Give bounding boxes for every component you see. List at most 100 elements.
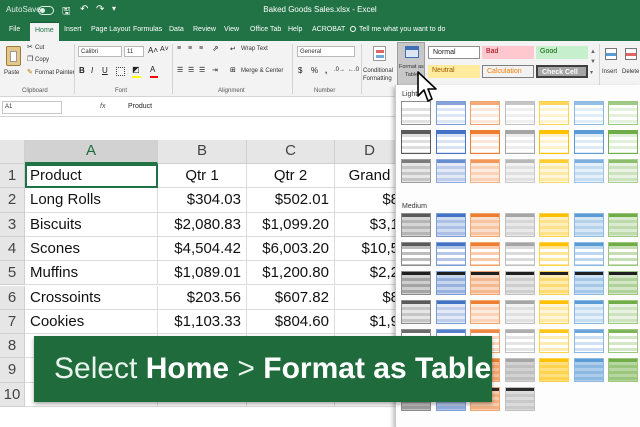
copy-button[interactable]: Copy bbox=[35, 57, 49, 63]
table-style-option[interactable] bbox=[504, 242, 535, 266]
table-style-option[interactable] bbox=[504, 358, 535, 382]
underline-button[interactable]: U bbox=[102, 66, 108, 75]
table-style-option[interactable] bbox=[608, 213, 638, 237]
percent-button[interactable]: % bbox=[311, 66, 318, 75]
grid-cell[interactable]: Cookies bbox=[25, 309, 158, 335]
grid-cell[interactable]: Qtr 1 bbox=[158, 164, 247, 189]
table-style-option[interactable] bbox=[504, 300, 535, 324]
row-header[interactable]: 8 bbox=[0, 334, 25, 359]
tab-acrobat[interactable]: ACROBAT bbox=[312, 26, 345, 33]
merge-center-button[interactable]: Merge & Center bbox=[241, 68, 283, 74]
grid-cell[interactable]: $1,099.20 bbox=[247, 212, 335, 237]
tab-home[interactable]: Home bbox=[30, 22, 59, 41]
format-painter-button[interactable]: Format Painter bbox=[35, 70, 75, 76]
table-style-option[interactable] bbox=[539, 329, 569, 353]
row-header[interactable]: 6 bbox=[0, 285, 25, 310]
table-style-option[interactable] bbox=[504, 387, 535, 411]
cell-style-calculation[interactable]: Calculation bbox=[482, 65, 534, 78]
tell-me-box[interactable]: Tell me what you want to do bbox=[350, 26, 445, 33]
row-header[interactable]: 5 bbox=[0, 261, 25, 286]
row-header[interactable]: 4 bbox=[0, 236, 25, 262]
grid-cell[interactable]: $1,200.80 bbox=[247, 261, 335, 286]
table-style-option[interactable] bbox=[539, 271, 569, 295]
grid-cell[interactable]: Qtr 2 bbox=[247, 164, 335, 189]
number-format-select[interactable]: General bbox=[297, 46, 355, 57]
grid-cell[interactable]: Muffins bbox=[25, 261, 158, 286]
tab-insert[interactable]: Insert bbox=[64, 26, 82, 33]
scissors-icon[interactable]: ✂ bbox=[27, 43, 33, 51]
name-box[interactable]: A1 bbox=[2, 101, 62, 114]
table-style-option[interactable] bbox=[539, 358, 569, 382]
row-header[interactable]: 2 bbox=[0, 188, 25, 213]
row-header[interactable]: 9 bbox=[0, 358, 25, 383]
table-style-option[interactable] bbox=[539, 242, 569, 266]
table-style-option[interactable] bbox=[401, 213, 431, 237]
grid-cell[interactable]: $1,089.01 bbox=[158, 261, 247, 286]
table-style-option[interactable] bbox=[573, 329, 604, 353]
column-header-b[interactable]: B bbox=[158, 140, 247, 164]
align-right-icon[interactable]: ☰ bbox=[199, 66, 205, 74]
grid-cell[interactable]: $6,003.20 bbox=[247, 236, 335, 262]
grow-font-icon[interactable]: A˄ bbox=[148, 46, 158, 55]
tab-office-tab[interactable]: Office Tab bbox=[250, 26, 281, 33]
table-style-option[interactable] bbox=[470, 101, 500, 125]
merge-center-icon[interactable]: ⊞ bbox=[230, 66, 236, 74]
table-style-option[interactable] bbox=[608, 329, 638, 353]
table-style-option[interactable] bbox=[435, 130, 466, 154]
grid-cell[interactable]: Biscuits bbox=[25, 212, 158, 237]
tab-help[interactable]: Help bbox=[288, 26, 302, 33]
grid-cell[interactable]: $10,5 bbox=[335, 237, 395, 262]
table-style-option[interactable] bbox=[573, 271, 604, 295]
wrap-text-icon[interactable]: ↵ bbox=[230, 45, 236, 53]
table-style-option[interactable] bbox=[608, 358, 638, 382]
table-style-option[interactable] bbox=[504, 329, 535, 353]
table-style-option[interactable] bbox=[470, 159, 500, 183]
styles-more-icon[interactable]: ▾ bbox=[590, 69, 593, 76]
font-color-icon[interactable]: A bbox=[150, 65, 158, 78]
cell-style-good[interactable]: Good bbox=[536, 46, 588, 59]
table-style-option[interactable] bbox=[504, 159, 535, 183]
grid-cell[interactable]: $304.03 bbox=[158, 188, 247, 213]
table-style-option[interactable] bbox=[539, 213, 569, 237]
table-style-option[interactable] bbox=[401, 300, 431, 324]
table-style-option[interactable] bbox=[608, 130, 638, 154]
table-style-option[interactable] bbox=[470, 130, 500, 154]
shrink-font-icon[interactable]: A˅ bbox=[160, 46, 169, 53]
conditional-formatting-button[interactable]: Conditional Formatting bbox=[363, 44, 397, 86]
insert-cells-button[interactable]: Insert bbox=[601, 44, 621, 84]
table-style-option[interactable] bbox=[504, 213, 535, 237]
table-style-option[interactable] bbox=[608, 271, 638, 295]
table-style-option[interactable] bbox=[435, 300, 466, 324]
table-style-option[interactable] bbox=[504, 101, 535, 125]
tab-review[interactable]: Review bbox=[193, 26, 216, 33]
copy-icon[interactable]: ❐ bbox=[27, 55, 33, 63]
font-name-select[interactable]: Calibri bbox=[78, 46, 122, 57]
tab-view[interactable]: View bbox=[224, 26, 239, 33]
table-style-option[interactable] bbox=[573, 213, 604, 237]
wrap-text-button[interactable]: Wrap Text bbox=[241, 46, 268, 52]
table-style-option[interactable] bbox=[435, 242, 466, 266]
paste-button[interactable]: Paste bbox=[3, 44, 25, 84]
bottom-align-icon[interactable]: ≡ bbox=[199, 45, 203, 52]
orientation-icon[interactable]: ⇗ bbox=[212, 44, 219, 53]
comma-button[interactable]: , bbox=[325, 66, 327, 75]
grid-cell[interactable]: Crossoints bbox=[25, 285, 158, 310]
table-style-option[interactable] bbox=[435, 159, 466, 183]
grid-cell[interactable]: $2,080.83 bbox=[158, 212, 247, 237]
table-style-option[interactable] bbox=[470, 271, 500, 295]
table-style-option[interactable] bbox=[504, 271, 535, 295]
table-style-option[interactable] bbox=[608, 101, 638, 125]
table-style-option[interactable] bbox=[435, 271, 466, 295]
borders-icon[interactable] bbox=[116, 67, 125, 76]
increase-decimal-icon[interactable]: .0→ bbox=[334, 67, 345, 73]
table-style-option[interactable] bbox=[401, 159, 431, 183]
column-header-c[interactable]: C bbox=[247, 140, 335, 164]
table-style-option[interactable] bbox=[573, 358, 604, 382]
grid-cell[interactable]: $607.82 bbox=[247, 285, 335, 310]
cell-style-check-cell[interactable]: Check Cell bbox=[536, 65, 588, 78]
table-style-option[interactable] bbox=[401, 242, 431, 266]
table-style-option[interactable] bbox=[539, 101, 569, 125]
grid-cell[interactable]: $3,1 bbox=[335, 213, 395, 237]
table-style-option[interactable] bbox=[539, 300, 569, 324]
grid-cell[interactable]: Long Rolls bbox=[25, 188, 158, 213]
